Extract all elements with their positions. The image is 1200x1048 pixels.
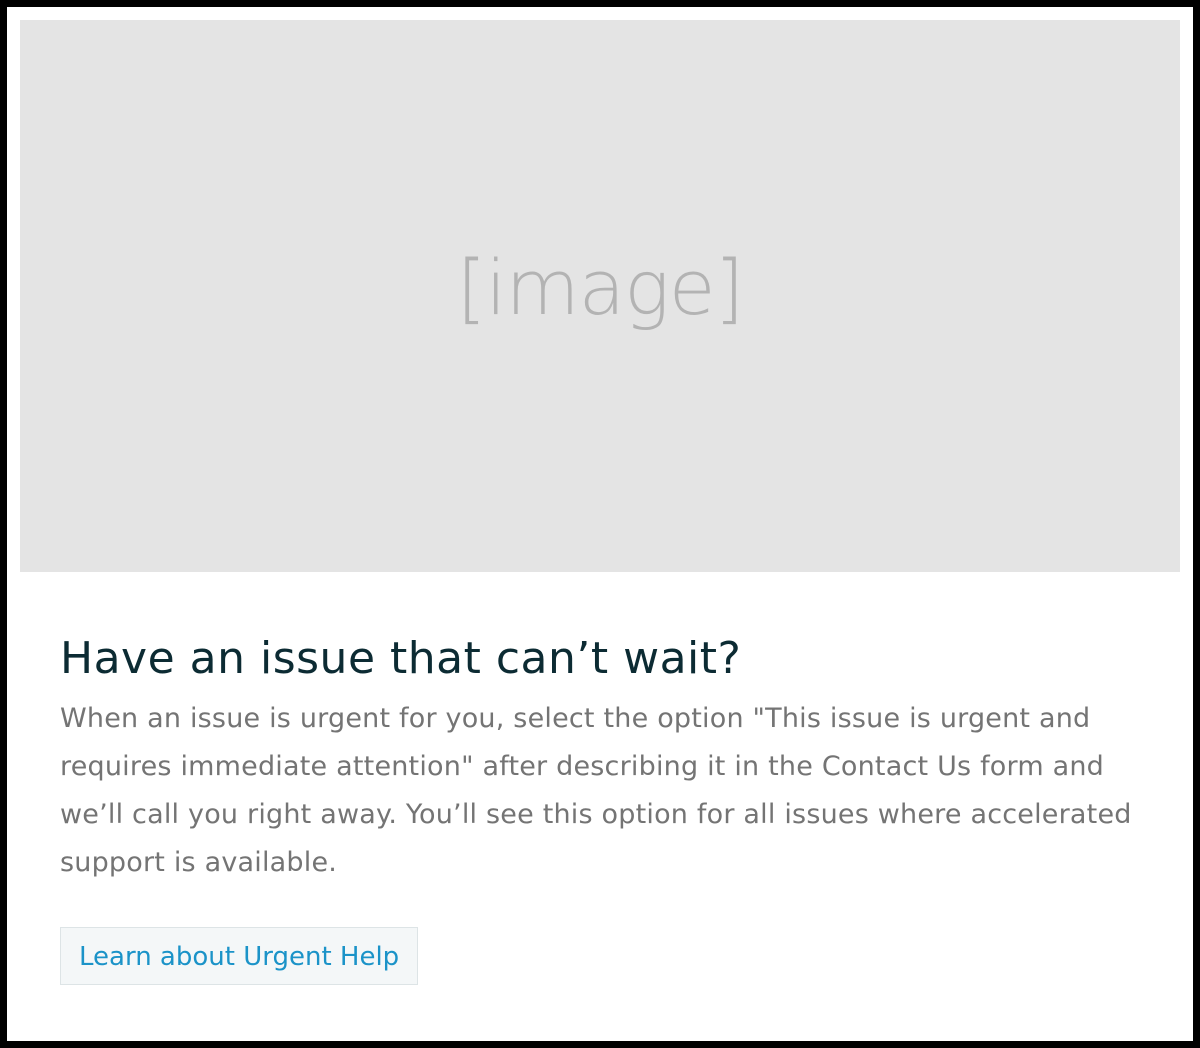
card-description: When an issue is urgent for you, select … [60, 703, 1132, 878]
card-title: Have an issue that can’t wait? [60, 633, 742, 684]
card-content: Have an issue that can’t wait? When an i… [60, 631, 1140, 985]
info-card: [image] Have an issue that can’t wait? W… [7, 7, 1193, 1041]
learn-urgent-help-button[interactable]: Learn about Urgent Help [60, 927, 419, 985]
image-placeholder: [image] [20, 20, 1180, 572]
image-placeholder-label: [image] [456, 242, 744, 332]
